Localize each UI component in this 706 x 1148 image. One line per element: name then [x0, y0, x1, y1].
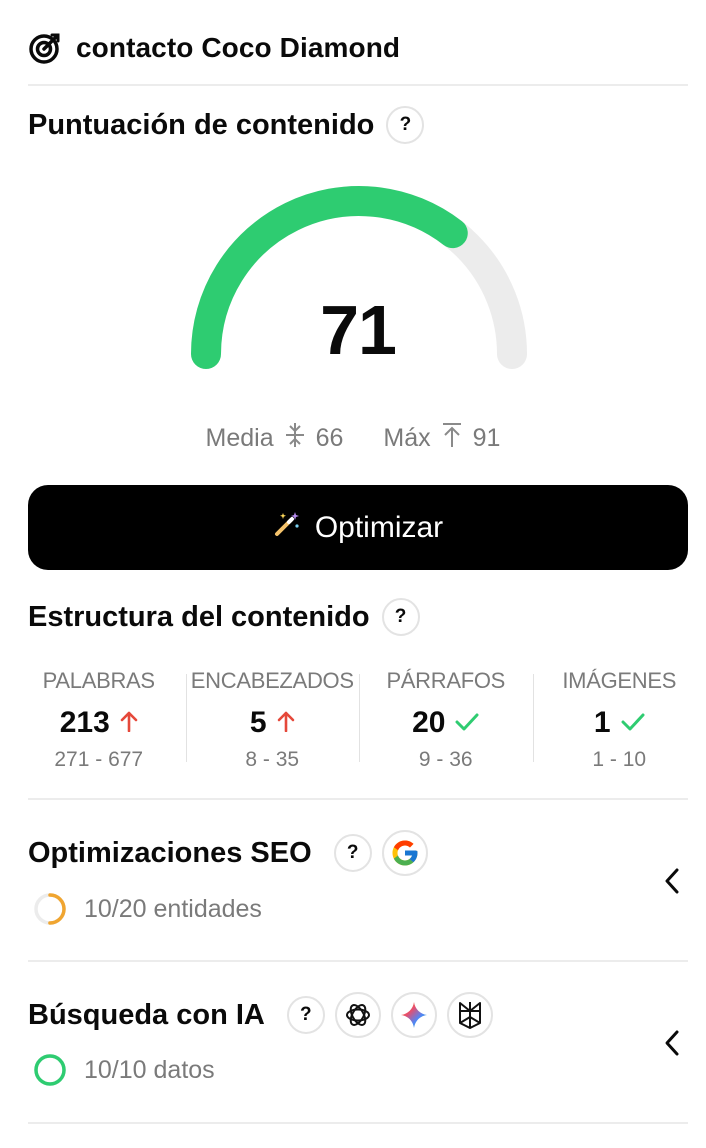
metric-value-row: 20 [359, 706, 533, 740]
ai-search-panel-title[interactable]: Búsqueda con IA ? [28, 992, 493, 1038]
divider [28, 1122, 688, 1124]
progress-ring [34, 893, 66, 925]
seo-progress: 10/20 entidades [32, 891, 262, 927]
metric-words: PALABRAS 213 271 - 677 [12, 668, 186, 771]
metric-value: 213 [59, 706, 110, 739]
magic-wand-icon [273, 510, 301, 546]
metric-label: ENCABEZADOS [190, 668, 354, 693]
structure-title-text: Estructura del contenido [28, 600, 370, 633]
seo-title-text: Optimizaciones SEO [28, 836, 312, 869]
score-stats: Media 66 Máx 91 [0, 422, 706, 455]
metric-label: PÁRRAFOS [386, 668, 506, 693]
arrow-up-icon [120, 708, 138, 739]
metric-value-row: 5 [186, 706, 360, 740]
metric-range: 8 - 35 [245, 748, 300, 771]
metric-value: 1 [593, 706, 611, 739]
ai-search-progress: 10/10 datos [32, 1052, 215, 1088]
help-icon[interactable]: ? [386, 106, 425, 144]
optimize-label: Optimizar [314, 510, 444, 544]
metric-label: IMÁGENES [562, 668, 677, 693]
structure-section-title: Estructura del contenido ? [28, 598, 420, 636]
max-icon [441, 422, 463, 455]
seo-progress-text: 10/20 entidades [84, 894, 262, 923]
metric-paragraphs: PÁRRAFOS 20 9 - 36 [359, 668, 533, 771]
metric-value-row: 213 [12, 706, 186, 740]
perplexity-icon [446, 992, 493, 1038]
score-section-title: Puntuación de contenido ? [28, 106, 425, 144]
help-icon[interactable]: ? [286, 996, 325, 1034]
seo-panel-title[interactable]: Optimizaciones SEO ? [28, 830, 428, 876]
metric-range: 1 - 10 [592, 748, 647, 771]
optimize-button[interactable]: Optimizar [28, 485, 688, 570]
average-value: 66 [315, 424, 344, 452]
divider [28, 960, 688, 962]
arrow-up-icon [277, 708, 295, 739]
ai-search-title-text: Búsqueda con IA [28, 998, 265, 1031]
max-stat: Máx 91 [383, 422, 500, 455]
ai-search-progress-text: 10/10 datos [84, 1055, 215, 1084]
average-label: Media [205, 424, 274, 452]
page-header: contacto Coco Diamond [28, 28, 400, 68]
chatgpt-icon [334, 992, 381, 1038]
help-icon[interactable]: ? [381, 598, 420, 636]
chevron-left-icon[interactable] [660, 1028, 684, 1058]
content-score: 71 [320, 291, 397, 369]
metric-label: PALABRAS [42, 668, 155, 693]
max-value: 91 [472, 424, 501, 452]
gemini-icon [390, 992, 437, 1038]
average-icon [284, 422, 306, 455]
progress-ring [34, 1054, 66, 1086]
metric-value-row: 1 [533, 706, 706, 740]
google-icon [381, 830, 428, 876]
metric-value: 20 [412, 706, 446, 739]
metric-range: 9 - 36 [418, 748, 473, 771]
average-stat: Media 66 [205, 422, 344, 455]
score-title-text: Puntuación de contenido [28, 108, 375, 141]
max-label: Máx [383, 424, 431, 452]
metric-range: 271 - 677 [54, 748, 144, 771]
structure-metrics: PALABRAS 213 271 - 677 ENCABEZADOS 5 8 -… [12, 668, 706, 771]
document-title: contacto Coco Diamond [76, 32, 401, 63]
check-icon [455, 708, 479, 739]
divider [28, 798, 688, 800]
check-icon [621, 708, 645, 739]
target-icon [28, 31, 62, 65]
chevron-left-icon[interactable] [660, 866, 684, 896]
divider [28, 84, 688, 86]
metric-value: 5 [249, 706, 267, 739]
help-icon[interactable]: ? [333, 834, 372, 872]
metric-headings: ENCABEZADOS 5 8 - 35 [185, 668, 360, 771]
metric-images: IMÁGENES 1 1 - 10 [532, 668, 706, 771]
